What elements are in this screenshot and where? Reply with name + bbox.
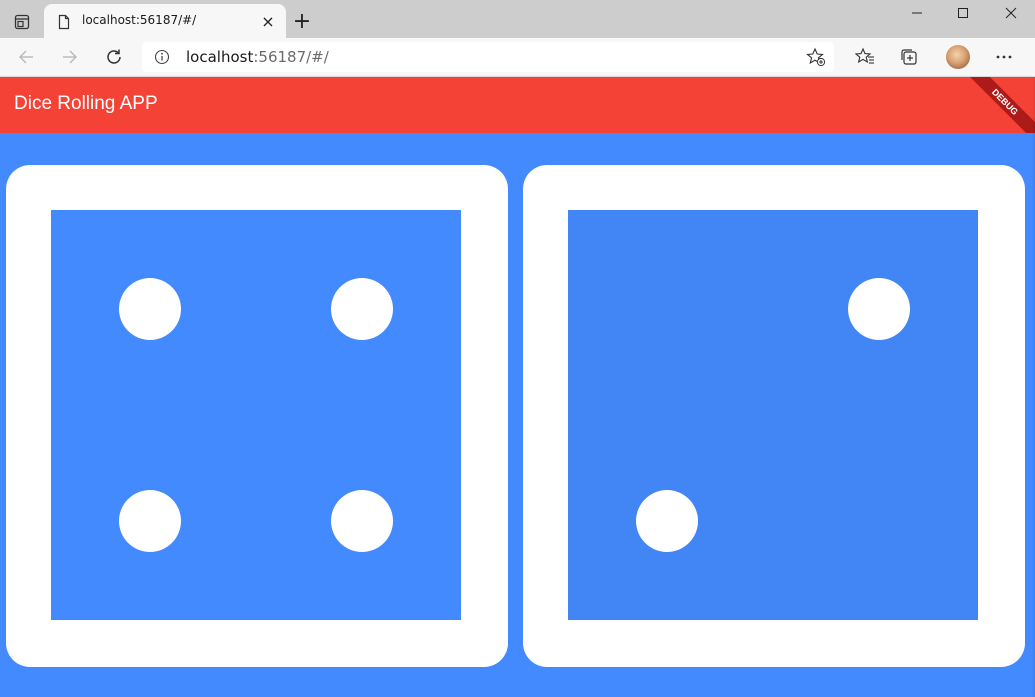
minimize-icon[interactable] [894, 0, 940, 26]
url-path: :56187/#/ [253, 48, 329, 66]
die-face [568, 210, 978, 620]
tab-actions-icon[interactable] [10, 10, 34, 34]
new-tab-button[interactable]: + [290, 9, 314, 34]
close-window-icon[interactable] [988, 0, 1034, 26]
die-pip [331, 278, 393, 340]
profile-avatar[interactable] [946, 45, 970, 69]
refresh-icon[interactable] [101, 45, 127, 69]
browser-tab[interactable]: localhost:56187/#/ × [44, 4, 286, 38]
die-pip [119, 490, 181, 552]
die-pip [331, 490, 393, 552]
close-tab-icon[interactable]: × [260, 12, 276, 31]
add-favorite-icon[interactable] [806, 47, 826, 67]
page-icon [56, 14, 72, 30]
browser-toolbar: localhost:56187/#/ [0, 38, 1035, 77]
right-die-button[interactable] [523, 165, 1025, 667]
info-icon[interactable] [154, 49, 170, 65]
tab-strip: localhost:56187/#/ × + [0, 0, 1035, 38]
maximize-icon[interactable] [940, 0, 986, 26]
forward-arrow-icon[interactable] [57, 45, 83, 69]
collections-icon[interactable] [897, 45, 921, 69]
favorites-icon[interactable] [853, 45, 877, 69]
die-pip [119, 278, 181, 340]
die-face [51, 210, 461, 620]
app-title: Dice Rolling APP [14, 93, 158, 114]
more-icon[interactable] [992, 45, 1016, 69]
url-text: localhost:56187/#/ [186, 48, 329, 66]
back-arrow-icon[interactable] [13, 45, 39, 69]
app-body [0, 133, 1035, 697]
die-pip [848, 278, 910, 340]
browser-window: localhost:56187/#/ × + localhost:56187/#… [0, 0, 1035, 697]
address-bar[interactable]: localhost:56187/#/ [142, 42, 834, 72]
app-bar: Dice Rolling APP DEBUG [0, 77, 1035, 133]
url-host: localhost [186, 48, 254, 66]
left-die-button[interactable] [6, 165, 508, 667]
debug-banner: DEBUG [959, 77, 1035, 133]
tab-title: localhost:56187/#/ [82, 13, 197, 27]
die-pip [636, 490, 698, 552]
